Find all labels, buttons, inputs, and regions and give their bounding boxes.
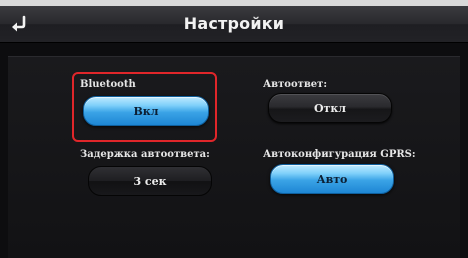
back-button[interactable] (8, 14, 30, 34)
gprs-autoconfig-label: Автоконфигурация GPRS: (263, 149, 416, 160)
bluetooth-highlight-frame (72, 72, 217, 142)
auto-answer-delay-value[interactable]: 3 сек (88, 166, 212, 196)
gprs-autoconfig-button[interactable]: Авто (270, 164, 394, 194)
auto-answer-label: Автоответ: (263, 79, 328, 90)
page-title: Настройки (183, 14, 285, 33)
settings-screen: Настройки Bluetooth Вкл Автоответ: Откл … (0, 0, 468, 258)
title-bar: Настройки (0, 6, 468, 43)
auto-answer-delay-label: Задержка автоответа: (80, 149, 210, 160)
back-arrow-icon (12, 15, 26, 32)
auto-answer-toggle-button[interactable]: Откл (268, 93, 392, 123)
